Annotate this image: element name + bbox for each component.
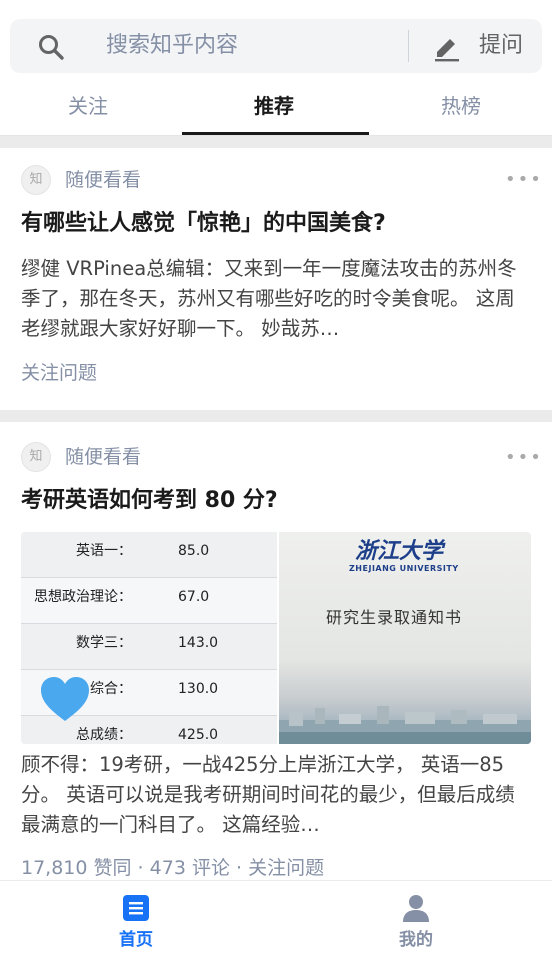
score-row: 思想政治理论： 67.0 — [21, 578, 277, 624]
score-subject: 思想政治理论： — [34, 589, 132, 605]
source-label: 随便看看 — [65, 446, 142, 468]
card-title[interactable]: 有哪些让人感觉「惊艳」的中国美食? — [21, 208, 531, 240]
score-value: 425.0 — [178, 727, 219, 743]
tab-recommend[interactable]: 推荐 — [254, 92, 294, 120]
feed-card[interactable]: 知 随便看看 ••• 考研英语如何考到 80 分? 英语一： 85.0 思想政治… — [0, 422, 552, 880]
score-subject: 总成绩： — [76, 727, 132, 743]
score-row: 英语一： 85.0 — [21, 532, 277, 578]
score-table: 英语一： 85.0 思想政治理论： 67.0 数学三： 143.0 综合： 13… — [21, 532, 277, 744]
search-placeholder[interactable]: 搜索知乎内容 — [106, 31, 238, 61]
card-excerpt[interactable]: 缪健 VRPinea总编辑：又来到一年一度魔法攻击的苏州冬季了，那在冬天，苏州又… — [21, 254, 531, 344]
active-tab-indicator — [182, 132, 369, 135]
score-subject: 综合： — [90, 681, 132, 697]
feed-card[interactable]: 知 随便看看 ••• 有哪些让人感觉「惊艳」的中国美食? 缪健 VRPinea总… — [0, 148, 552, 410]
card-excerpt[interactable]: 顾不得：19考研，一战425分上岸浙江大学， 英语一85分。 英语可以说是我考研… — [21, 750, 531, 840]
more-options-icon[interactable]: ••• — [505, 171, 543, 189]
nav-profile-label[interactable]: 我的 — [366, 929, 466, 951]
search-icon[interactable] — [36, 32, 66, 62]
card-stats[interactable]: 17,810 赞同 · 473 评论 · 关注问题 — [21, 854, 324, 882]
source-label: 随便看看 — [65, 169, 142, 191]
feed-tabs: 关注 推荐 热榜 — [0, 82, 552, 136]
score-value: 67.0 — [178, 589, 210, 605]
card-image[interactable]: 英语一： 85.0 思想政治理论： 67.0 数学三： 143.0 综合： 13… — [21, 532, 531, 744]
search-bar[interactable]: 搜索知乎内容 提问 — [10, 19, 542, 73]
person-icon[interactable] — [401, 893, 431, 923]
follow-question-link[interactable]: 关注问题 — [21, 359, 97, 387]
heart-icon — [41, 677, 89, 721]
top-header: 搜索知乎内容 提问 关注 推荐 热榜 — [0, 0, 552, 136]
score-subject: 数学三： — [76, 635, 132, 651]
avatar: 知 — [21, 442, 51, 472]
nav-profile[interactable]: 我的 — [366, 893, 466, 953]
score-row: 数学三： 143.0 — [21, 624, 277, 670]
score-subject: 英语一： — [76, 543, 132, 559]
admission-notice-title: 研究生录取通知书 — [326, 608, 463, 627]
avatar: 知 — [21, 165, 51, 195]
score-value: 143.0 — [178, 635, 219, 651]
score-value: 130.0 — [178, 681, 219, 697]
score-value: 85.0 — [178, 543, 210, 559]
campus-skyline-graphic — [279, 706, 531, 744]
card-title[interactable]: 考研英语如何考到 80 分? — [21, 485, 531, 517]
pencil-icon[interactable] — [432, 32, 462, 62]
university-english-name: ZHEJIANG UNIVERSITY — [349, 564, 459, 573]
ask-button[interactable]: 提问 — [479, 31, 523, 61]
search-divider — [408, 30, 409, 62]
bottom-navigation: 首页 我的 — [0, 880, 552, 956]
tab-follow[interactable]: 关注 — [68, 92, 108, 120]
feed-separator — [0, 410, 552, 422]
admission-letter-photo: 浙江大学 ZHEJIANG UNIVERSITY 研究生录取通知书 — [279, 532, 531, 744]
feed-separator — [0, 136, 552, 148]
tab-hot[interactable]: 热榜 — [441, 92, 481, 120]
home-feed-icon[interactable] — [121, 893, 151, 923]
university-logo-text: 浙江大学 — [355, 538, 444, 564]
more-options-icon[interactable]: ••• — [505, 449, 543, 467]
nav-home-label[interactable]: 首页 — [86, 929, 186, 951]
nav-home[interactable]: 首页 — [86, 893, 186, 953]
